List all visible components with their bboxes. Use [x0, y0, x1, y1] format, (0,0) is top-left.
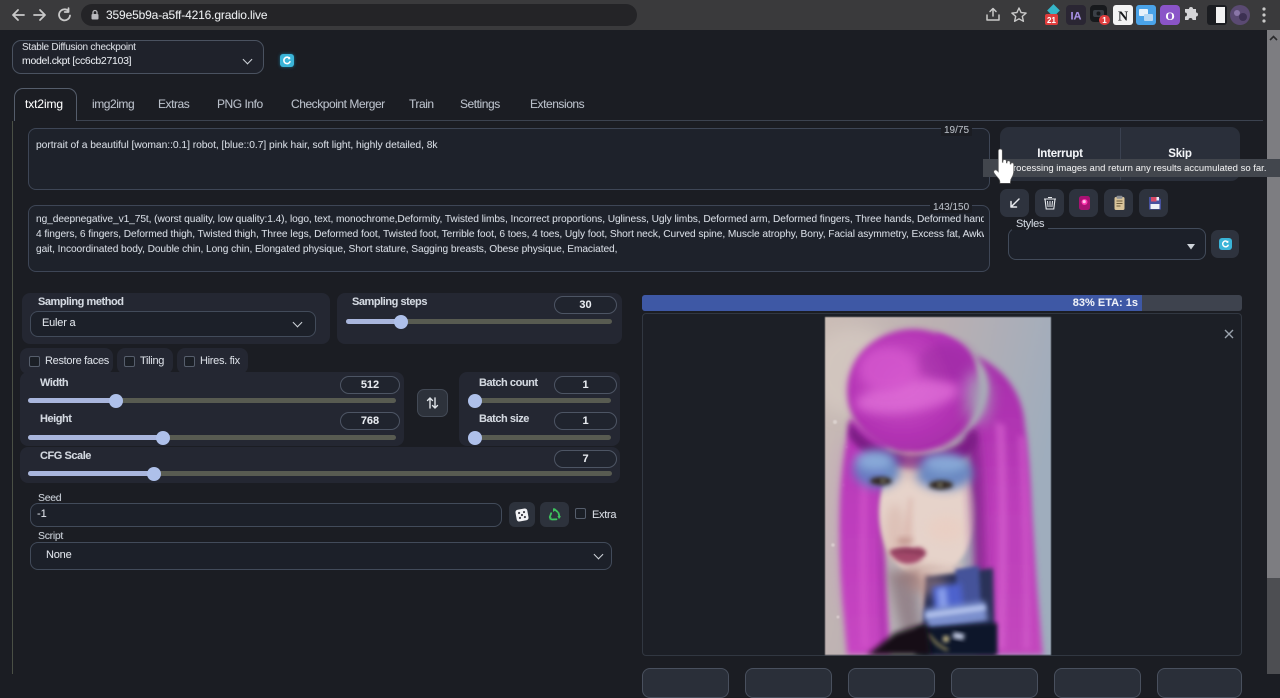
svg-text:21: 21: [1047, 16, 1056, 25]
svg-text:N: N: [1118, 10, 1128, 25]
svg-text:O: O: [1165, 9, 1174, 23]
svg-text:1: 1: [1102, 16, 1107, 25]
svg-text:IA: IA: [1071, 11, 1082, 23]
